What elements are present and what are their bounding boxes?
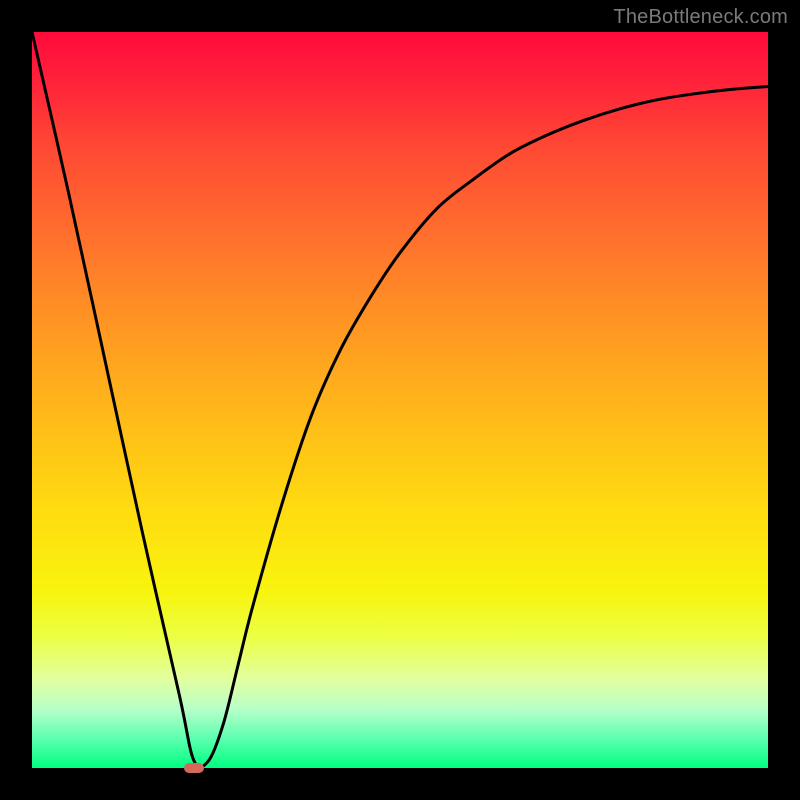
chart-frame: TheBottleneck.com	[0, 0, 800, 800]
chart-curve-svg	[32, 32, 768, 768]
chart-plot-area	[32, 32, 768, 768]
chart-curve-path	[32, 32, 768, 767]
watermark-text: TheBottleneck.com	[613, 6, 788, 29]
chart-minimum-marker	[184, 763, 204, 773]
